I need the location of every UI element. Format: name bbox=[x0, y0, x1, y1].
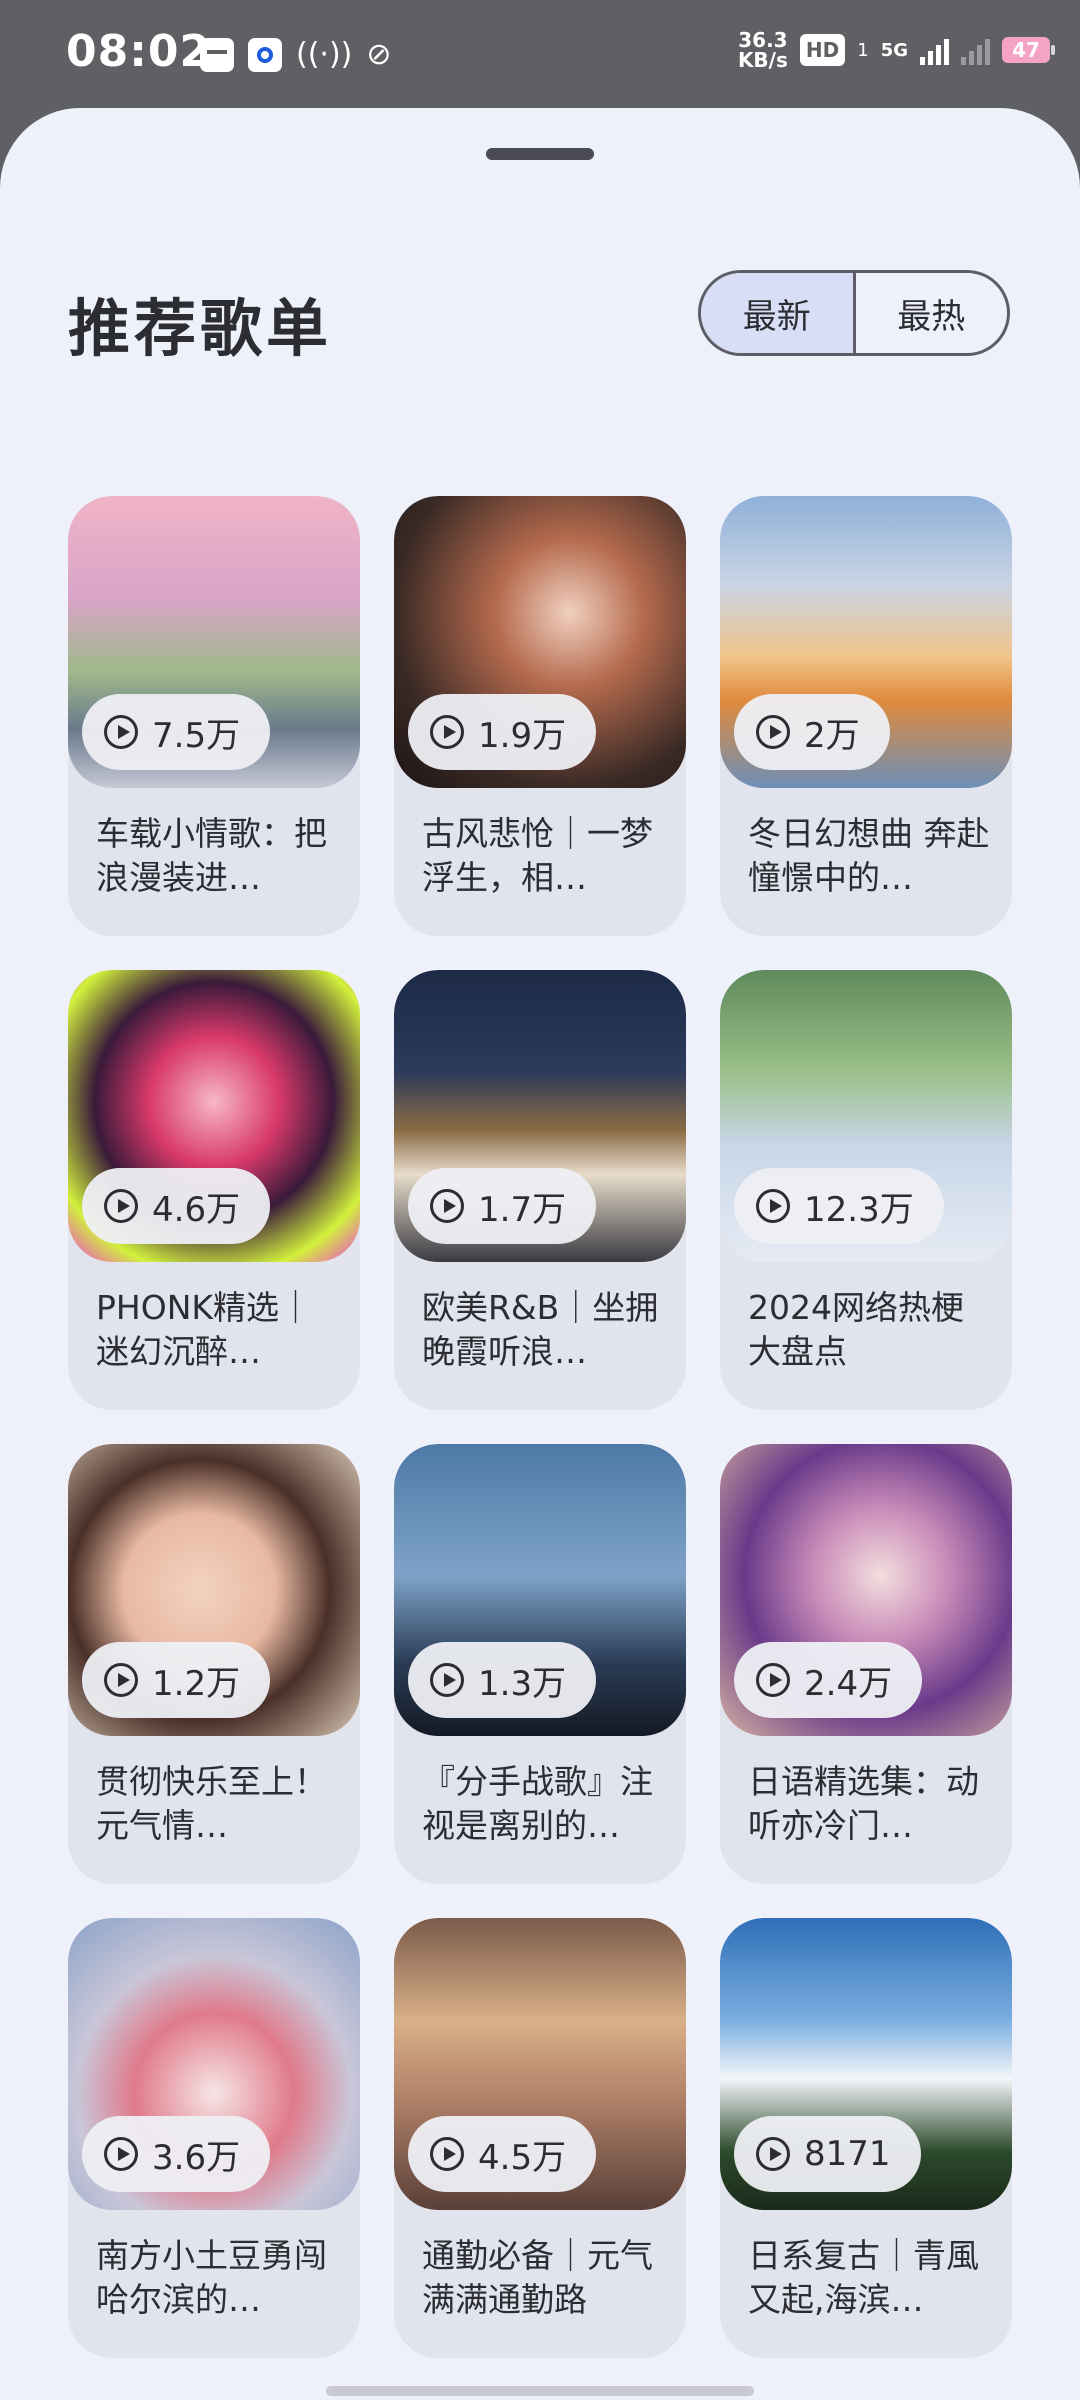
playlist-card[interactable]: 1.2万贯彻快乐至上！元气情… bbox=[68, 1444, 360, 1884]
playlist-title: 日系复古｜青風又起,海滨… bbox=[748, 2236, 979, 2319]
playlist-cover-image[interactable]: 8171 bbox=[720, 1918, 1012, 2210]
status-right: 36.3 KB/s HD 1 5G 47 bbox=[737, 28, 1055, 72]
playlist-card[interactable]: 1.9万古风悲怆｜一梦浮生，相… bbox=[394, 496, 686, 936]
playlist-cover-image[interactable]: 1.3万 bbox=[394, 1444, 686, 1736]
play-count: 3.6万 bbox=[152, 2137, 241, 2178]
play-count: 1.7万 bbox=[478, 1189, 567, 1230]
play-icon bbox=[756, 1663, 790, 1697]
playlist-card[interactable]: 8171 日系复古｜青風又起,海滨… bbox=[720, 1918, 1012, 2358]
play-count: 4.6万 bbox=[152, 1189, 241, 1230]
sort-toggle: 最新 最热 bbox=[698, 270, 1010, 356]
play-icon bbox=[756, 2137, 790, 2171]
playlist-cover-image[interactable]: 4.6万 bbox=[68, 970, 360, 1262]
playlist-title: 南方小土豆勇闯哈尔滨的… bbox=[96, 2236, 327, 2319]
sort-hottest-button[interactable]: 最热 bbox=[856, 273, 1008, 353]
notification-icons: ((·)) ⊘ bbox=[200, 38, 392, 72]
signal-icon-secondary bbox=[961, 35, 990, 65]
playlist-title: 日语精选集：动听亦冷门… bbox=[748, 1762, 979, 1845]
playlist-cover-image[interactable]: 2.4万 bbox=[720, 1444, 1012, 1736]
hd-icon: HD bbox=[799, 34, 846, 66]
playlist-card[interactable]: 1.7万欧美R&B｜坐拥晚霞听浪… bbox=[394, 970, 686, 1410]
play-icon bbox=[104, 1663, 138, 1697]
play-count-badge: 4.6万 bbox=[82, 1168, 271, 1244]
playlist-cover-image[interactable]: 1.7万 bbox=[394, 970, 686, 1262]
play-count: 2万 bbox=[804, 715, 860, 756]
playlist-card[interactable]: 7.5万车载小情歌：把浪漫装进… bbox=[68, 496, 360, 936]
playlist-title: 贯彻快乐至上！元气情… bbox=[96, 1762, 327, 1845]
play-count: 1.3万 bbox=[478, 1663, 567, 1704]
sort-newest-button[interactable]: 最新 bbox=[701, 273, 856, 353]
sim-label: 1 bbox=[857, 39, 869, 61]
play-icon bbox=[430, 715, 464, 749]
playlist-title: 车载小情歌：把浪漫装进… bbox=[96, 814, 327, 897]
app-notification-icon bbox=[248, 38, 282, 72]
signal-icon bbox=[920, 35, 949, 65]
link-icon: ⊘ bbox=[366, 37, 392, 72]
play-count-badge: 12.3万 bbox=[734, 1168, 944, 1244]
playlist-sheet: 推荐歌单 最新 最热 7.5万 车载小情歌：把浪漫装进… 1.9万 古风悲怆｜一梦浮生… bbox=[0, 108, 1080, 2400]
play-icon bbox=[756, 715, 790, 749]
playlist-cover-image[interactable]: 12.3万 bbox=[720, 970, 1012, 1262]
play-icon bbox=[756, 1189, 790, 1223]
play-count-badge: 3.6万 bbox=[82, 2116, 271, 2192]
play-count-badge: 8171 bbox=[734, 2116, 921, 2192]
playlist-title: PHONK精选｜迷幻沉醉… bbox=[96, 1288, 313, 1371]
play-icon bbox=[430, 1663, 464, 1697]
inbox-icon bbox=[200, 38, 234, 72]
hotspot-icon: ((·)) bbox=[296, 37, 353, 72]
play-count-badge: 2.4万 bbox=[734, 1642, 923, 1718]
network-speed: 36.3 KB/s bbox=[737, 28, 788, 72]
play-count: 12.3万 bbox=[804, 1189, 914, 1230]
play-count-badge: 1.3万 bbox=[408, 1642, 597, 1718]
play-count: 8171 bbox=[804, 2134, 891, 2174]
playlist-card[interactable]: 4.6万 PHONK精选｜迷幻沉醉… bbox=[68, 970, 360, 1410]
home-indicator[interactable] bbox=[326, 2386, 754, 2396]
playlist-cover-image[interactable]: 3.6万 bbox=[68, 1918, 360, 2210]
play-count-badge: 1.2万 bbox=[82, 1642, 271, 1718]
playlist-title: 『分手战歌』注视是离别的… bbox=[422, 1762, 653, 1845]
play-count-badge: 7.5万 bbox=[82, 694, 271, 770]
playlist-title: 通勤必备｜元气满满通勤路 bbox=[422, 2236, 653, 2319]
playlist-title: 古风悲怆｜一梦浮生，相… bbox=[422, 814, 653, 897]
drag-handle[interactable] bbox=[486, 148, 594, 160]
battery-icon: 47 bbox=[1002, 37, 1055, 63]
status-bar: 08:02 ((·)) ⊘ 36.3 KB/s HD 1 5G 47 bbox=[0, 0, 1080, 110]
playlist-title: 冬日幻想曲 奔赴憧憬中的… bbox=[748, 814, 990, 897]
play-icon bbox=[104, 2137, 138, 2171]
network-type: 5G bbox=[880, 39, 908, 61]
play-count-badge: 1.9万 bbox=[408, 694, 597, 770]
playlist-card[interactable]: 4.5万通勤必备｜元气满满通勤路 bbox=[394, 1918, 686, 2358]
playlist-cover-image[interactable]: 1.2万 bbox=[68, 1444, 360, 1736]
playlist-card[interactable]: 2万冬日幻想曲 奔赴憧憬中的… bbox=[720, 496, 1012, 936]
playlist-card[interactable]: 1.3万『分手战歌』注视是离别的… bbox=[394, 1444, 686, 1884]
play-count-badge: 4.5万 bbox=[408, 2116, 597, 2192]
play-count: 7.5万 bbox=[152, 715, 241, 756]
play-count: 2.4万 bbox=[804, 1663, 893, 1704]
play-icon bbox=[430, 2137, 464, 2171]
playlist-cover-image[interactable]: 7.5万 bbox=[68, 496, 360, 788]
status-time: 08:02 bbox=[66, 26, 212, 77]
play-count-badge: 1.7万 bbox=[408, 1168, 597, 1244]
playlist-card[interactable]: 2.4万日语精选集：动听亦冷门… bbox=[720, 1444, 1012, 1884]
play-count-badge: 2万 bbox=[734, 694, 890, 770]
playlist-card[interactable]: 12.3万 2024网络热梗大盘点 bbox=[720, 970, 1012, 1410]
playlist-title: 2024网络热梗大盘点 bbox=[748, 1288, 964, 1371]
play-icon bbox=[104, 715, 138, 749]
play-count: 1.2万 bbox=[152, 1663, 241, 1704]
play-icon bbox=[104, 1189, 138, 1223]
playlist-title: 欧美R&B｜坐拥晚霞听浪… bbox=[422, 1288, 659, 1371]
playlist-cover-image[interactable]: 2万 bbox=[720, 496, 1012, 788]
playlist-card[interactable]: 3.6万南方小土豆勇闯哈尔滨的… bbox=[68, 1918, 360, 2358]
play-count: 1.9万 bbox=[478, 715, 567, 756]
page-title: 推荐歌单 bbox=[68, 292, 333, 365]
playlist-cover-image[interactable]: 4.5万 bbox=[394, 1918, 686, 2210]
play-count: 4.5万 bbox=[478, 2137, 567, 2178]
playlist-cover-image[interactable]: 1.9万 bbox=[394, 496, 686, 788]
play-icon bbox=[430, 1189, 464, 1223]
